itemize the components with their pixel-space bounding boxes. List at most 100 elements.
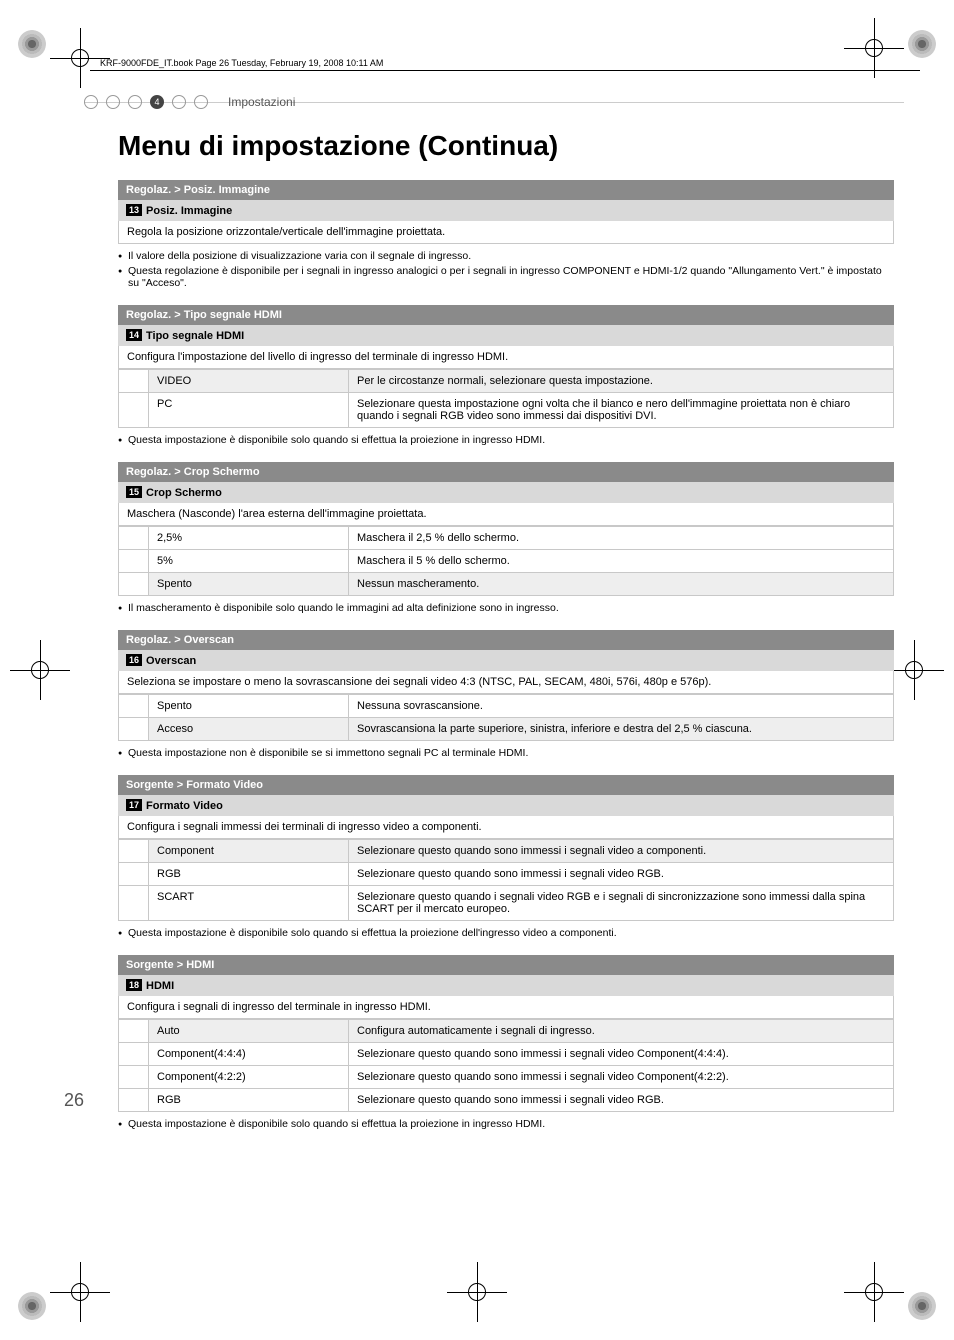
option-name: Component(4:4:4) [149,1043,349,1066]
table-row: 2,5%Maschera il 2,5 % dello schermo. [119,527,894,550]
row-indent [119,393,149,428]
option-description: Per le circostanze normali, selezionare … [349,370,894,393]
option-name: Component(4:2:2) [149,1066,349,1089]
row-indent [119,840,149,863]
table-row: 5%Maschera il 5 % dello schermo. [119,550,894,573]
section-header: Regolaz. > Tipo segnale HDMI [118,305,894,325]
table-row: Component(4:4:4)Selezionare questo quand… [119,1043,894,1066]
options-table: AutoConfigura automaticamente i segnali … [118,1019,894,1112]
table-row: AutoConfigura automaticamente i segnali … [119,1020,894,1043]
option-name: 2,5% [149,527,349,550]
setting-title: 16 Overscan [118,650,894,671]
note-line: Questa impostazione non è disponibile se… [118,747,894,759]
notes-block: Il mascheramento è disponibile solo quan… [118,602,894,614]
note-line: Questa impostazione è disponibile solo q… [118,927,894,939]
option-description: Selezionare questo quando sono immessi i… [349,1089,894,1112]
option-description: Selezionare questo quando sono immessi i… [349,1043,894,1066]
row-indent [119,1089,149,1112]
setting-index-badge: 16 [126,654,142,666]
section-header: Sorgente > Formato Video [118,775,894,795]
setting-description: Configura l'impostazione del livello di … [118,346,894,369]
option-name: 5% [149,550,349,573]
setting-description: Maschera (Nasconde) l'area esterna dell'… [118,503,894,526]
setting-title-label: Formato Video [146,800,223,812]
table-row: SpentoNessuna sovrascansione. [119,695,894,718]
row-indent [119,718,149,741]
table-row: PCSelezionare questa impostazione ogni v… [119,393,894,428]
regmark-cross [50,1262,110,1322]
option-description: Configura automaticamente i segnali di i… [349,1020,894,1043]
note-line: Questa impostazione è disponibile solo q… [118,1118,894,1130]
section-header: Regolaz. > Posiz. Immagine [118,180,894,200]
setting-index-badge: 14 [126,329,142,341]
setting-index-badge: 13 [126,204,142,216]
options-table: ComponentSelezionare questo quando sono … [118,839,894,921]
row-indent [119,886,149,921]
table-row: SpentoNessun mascheramento. [119,573,894,596]
setting-title-label: Tipo segnale HDMI [146,330,244,342]
note-line: Il valore della posizione di visualizzaz… [118,250,894,262]
setting-title: 18 HDMI [118,975,894,996]
option-description: Selezionare questa impostazione ogni vol… [349,393,894,428]
row-indent [119,370,149,393]
regmark-cross [447,1262,507,1322]
row-indent [119,1043,149,1066]
option-name: Auto [149,1020,349,1043]
option-name: PC [149,393,349,428]
notes-block: Questa impostazione è disponibile solo q… [118,434,894,446]
table-row: Component(4:2:2)Selezionare questo quand… [119,1066,894,1089]
table-row: SCARTSelezionare questo quando i segnali… [119,886,894,921]
setting-index-badge: 15 [126,486,142,498]
option-description: Selezionare questo quando sono immessi i… [349,863,894,886]
regmark-spiral [908,1292,936,1320]
options-table: VIDEOPer le circostanze normali, selezio… [118,369,894,428]
row-indent [119,863,149,886]
option-name: Spento [149,573,349,596]
option-name: SCART [149,886,349,921]
setting-title: 13 Posiz. Immagine [118,200,894,221]
option-name: Acceso [149,718,349,741]
setting-index-badge: 18 [126,979,142,991]
row-indent [119,550,149,573]
option-description: Selezionare questo quando sono immessi i… [349,840,894,863]
row-indent [119,1020,149,1043]
setting-title-label: HDMI [146,980,174,992]
note-line: Questa regolazione è disponibile per i s… [118,265,894,289]
option-description: Maschera il 5 % dello schermo. [349,550,894,573]
setting-title-label: Posiz. Immagine [146,205,232,217]
page-number: 26 [64,1090,84,1111]
setting-index-badge: 17 [126,799,142,811]
row-indent [119,695,149,718]
section-header: Sorgente > HDMI [118,955,894,975]
regmark-cross [844,1262,904,1322]
option-description: Selezionare questo quando sono immessi i… [349,1066,894,1089]
options-table: SpentoNessuna sovrascansione.AccesoSovra… [118,694,894,741]
row-indent [119,527,149,550]
table-row: AccesoSovrascansiona la parte superiore,… [119,718,894,741]
table-row: VIDEOPer le circostanze normali, selezio… [119,370,894,393]
setting-title: 14 Tipo segnale HDMI [118,325,894,346]
table-row: RGBSelezionare questo quando sono immess… [119,863,894,886]
setting-description: Configura i segnali di ingresso del term… [118,996,894,1019]
table-row: ComponentSelezionare questo quando sono … [119,840,894,863]
notes-block: Il valore della posizione di visualizzaz… [118,250,894,289]
regmark-spiral [18,1292,46,1320]
note-line: Il mascheramento è disponibile solo quan… [118,602,894,614]
notes-block: Questa impostazione non è disponibile se… [118,747,894,759]
setting-description: Seleziona se impostare o meno la sovrasc… [118,671,894,694]
row-indent [119,1066,149,1089]
setting-title: 15Crop Schermo [118,482,894,503]
section-header: Regolaz. > Overscan [118,630,894,650]
setting-title-label: Overscan [146,655,196,667]
page-title: Menu di impostazione (Continua) [118,130,894,162]
option-name: VIDEO [149,370,349,393]
option-name: Component [149,840,349,863]
option-description: Nessun mascheramento. [349,573,894,596]
option-description: Maschera il 2,5 % dello schermo. [349,527,894,550]
setting-description: Regola la posizione orizzontale/vertical… [118,221,894,244]
note-line: Questa impostazione è disponibile solo q… [118,434,894,446]
option-description: Sovrascansiona la parte superiore, sinis… [349,718,894,741]
setting-description: Configura i segnali immessi dei terminal… [118,816,894,839]
row-indent [119,573,149,596]
option-description: Selezionare questo quando i segnali vide… [349,886,894,921]
